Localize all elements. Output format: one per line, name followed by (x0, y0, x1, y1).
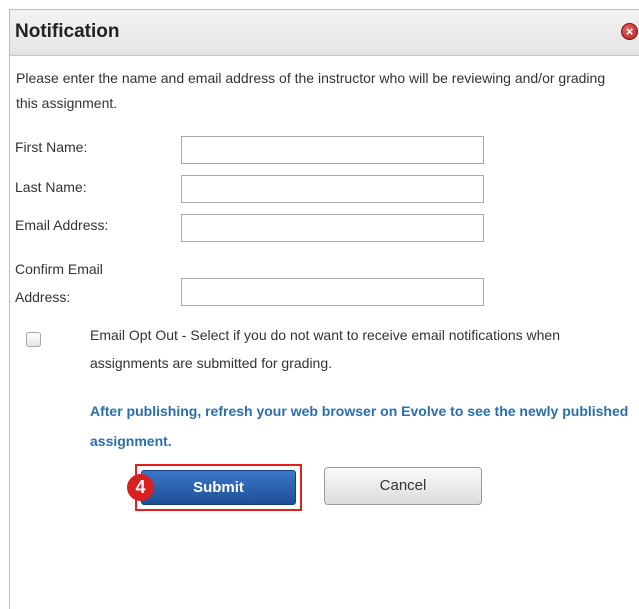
email-address-label: Email Address: (15, 217, 109, 233)
submit-button[interactable]: Submit (141, 470, 296, 505)
last-name-label: Last Name: (15, 179, 87, 195)
dialog-title: Notification (15, 21, 120, 42)
opt-out-label: Email Opt Out - Select if you do not wan… (90, 327, 561, 371)
cancel-button[interactable]: Cancel (324, 467, 482, 505)
confirm-email-field[interactable] (181, 278, 484, 306)
confirm-email-label-line1: Confirm Email (15, 261, 103, 277)
step-number-badge: 4 (127, 474, 154, 501)
intro-text: Please enter the name and email address … (16, 70, 606, 111)
dialog-titlebar: Notification × (10, 10, 639, 56)
close-glyph: × (625, 24, 634, 39)
publish-note: After publishing, refresh your web brows… (90, 403, 629, 449)
email-address-field[interactable] (181, 214, 484, 242)
first-name-field[interactable] (181, 136, 484, 164)
notification-dialog: Notification × Please enter the name and… (9, 9, 639, 609)
last-name-field[interactable] (181, 175, 484, 203)
confirm-email-label-line2: Address: (15, 289, 71, 305)
close-icon[interactable]: × (621, 23, 638, 40)
opt-out-checkbox[interactable] (26, 332, 41, 347)
first-name-label: First Name: (15, 139, 88, 155)
submit-highlight-frame: Submit (135, 464, 302, 511)
